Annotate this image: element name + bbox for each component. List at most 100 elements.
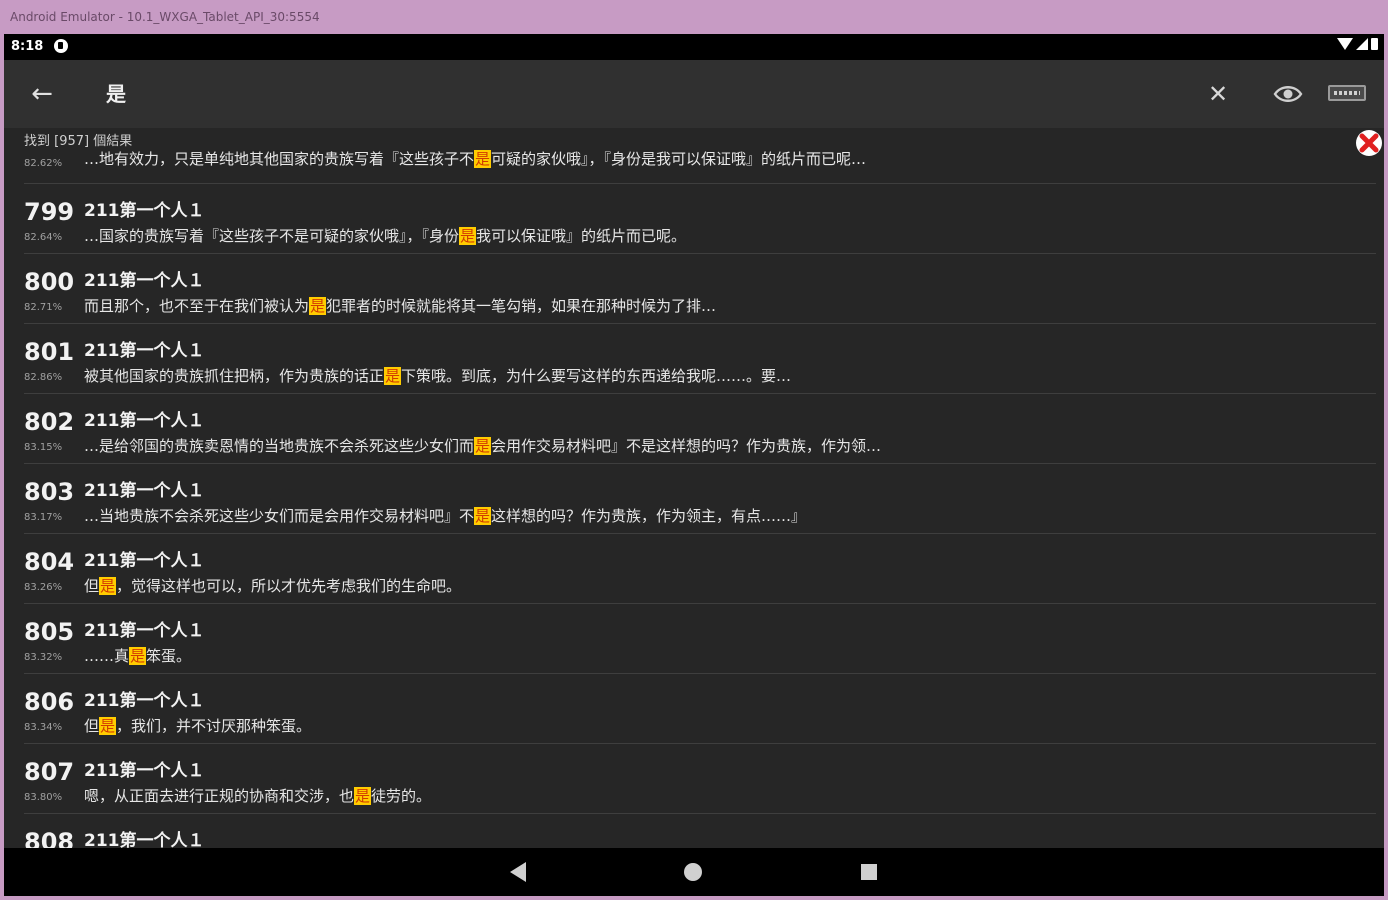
snippet-post: 下策哦。到底，为什么要写这样的东西递给我呢……。要…: [401, 367, 792, 385]
snippet-highlight: 是: [309, 297, 327, 315]
result-percent: 82.71%: [24, 302, 63, 313]
result-number: 806: [24, 688, 75, 716]
snippet-post: 徒劳的。: [371, 787, 432, 805]
snippet-pre: 而且那个，也不至于在我们被认为: [84, 297, 310, 315]
result-number: 800: [24, 268, 75, 296]
status-icons: [1337, 38, 1378, 50]
close-panel-icon[interactable]: [1354, 128, 1384, 158]
result-percent: 83.32%: [24, 652, 63, 663]
wifi-icon: [1337, 38, 1353, 50]
status-time: 8:18: [11, 39, 44, 54]
snippet-post: 可疑的家伙哦』，『身份是我可以保证哦』的纸片而已呢…: [491, 150, 867, 168]
result-row[interactable]: 800 82.71% 211第一个人１ 而且那个，也不至于在我们被认为是犯罪者的…: [4, 254, 1384, 324]
result-row[interactable]: 802 83.15% 211第一个人１ …是给邻国的贵族卖恩情的当地贵族不会杀死…: [4, 394, 1384, 464]
result-row[interactable]: 799 82.64% 211第一个人１ …国家的贵族写着『这些孩子不是可疑的家伙…: [4, 184, 1384, 254]
result-percent: 82.86%: [24, 372, 63, 383]
result-percent: 83.17%: [24, 512, 63, 523]
result-row[interactable]: 808 211第一个人１: [4, 814, 1384, 848]
result-number: 804: [24, 548, 75, 576]
result-percent: 83.34%: [24, 722, 63, 733]
snippet-highlight: 是: [99, 577, 117, 595]
snippet-pre: …是给邻国的贵族卖恩情的当地贵族不会杀死这些少女们而: [84, 437, 475, 455]
keyboard-icon[interactable]: [1328, 85, 1366, 101]
eye-icon[interactable]: [1272, 80, 1304, 108]
arrow-left-icon[interactable]: ←: [28, 80, 56, 108]
result-chapter: 211第一个人１: [84, 481, 205, 501]
snippet-pre: 嗯，从正面去进行正规的协商和交涉，也: [84, 787, 355, 805]
square-recents-icon[interactable]: [861, 864, 877, 880]
snippet-pre: …国家的贵族写着『这些孩子不是可疑的家伙哦』，『身份: [84, 227, 460, 245]
result-snippet: …国家的贵族写着『这些孩子不是可疑的家伙哦』，『身份是我可以保证哦』的纸片而已呢…: [84, 225, 686, 246]
snippet-post: 我可以保证哦』的纸片而已呢。: [476, 227, 687, 245]
circle-home-icon[interactable]: [684, 863, 702, 881]
result-chapter: 211第一个人１: [84, 341, 205, 361]
result-row[interactable]: 807 83.80% 211第一个人１ 嗯，从正面去进行正规的协商和交涉，也是徒…: [4, 744, 1384, 814]
app-toolbar: ← 是 ✕: [4, 60, 1384, 128]
snippet-pre: …当地贵族不会杀死这些少女们而是会用作交易材料吧』不: [84, 507, 475, 525]
result-chapter: 211第一个人１: [84, 411, 205, 431]
snippet-highlight: 是: [474, 437, 492, 455]
snippet-post: 笨蛋。: [146, 647, 192, 665]
snippet-highlight: 是: [384, 367, 402, 385]
snippet-pre: ……真: [84, 647, 130, 665]
result-snippet: …是给邻国的贵族卖恩情的当地贵族不会杀死这些少女们而是会用作交易材料吧』不是这样…: [84, 435, 881, 456]
result-row[interactable]: 805 83.32% 211第一个人１ ……真是笨蛋。: [4, 604, 1384, 674]
close-icon[interactable]: ✕: [1204, 80, 1232, 108]
result-percent: 83.15%: [24, 442, 63, 453]
snippet-post: ，觉得这样也可以，所以才优先考虑我们的生命吧。: [116, 577, 462, 595]
result-count: 找到 [957] 個結果: [24, 134, 133, 149]
triangle-back-icon[interactable]: [510, 862, 526, 882]
snippet-highlight: 是: [459, 227, 477, 245]
emulator-window-title: Android Emulator - 10.1_WXGA_Tablet_API_…: [0, 0, 1388, 34]
result-chapter: 211第一个人１: [84, 691, 205, 711]
search-query[interactable]: 是: [106, 80, 126, 108]
result-percent: 83.26%: [24, 582, 63, 593]
system-navigation-bar: [4, 848, 1384, 896]
snippet-highlight: 是: [474, 150, 492, 168]
result-row[interactable]: 801 82.86% 211第一个人１ 被其他国家的贵族抓住把柄，作为贵族的话正…: [4, 324, 1384, 394]
result-row[interactable]: 803 83.17% 211第一个人１ …当地贵族不会杀死这些少女们而是会用作交…: [4, 464, 1384, 534]
result-chapter: 211第一个人１: [84, 201, 205, 221]
result-percent: 82.62%: [24, 158, 63, 169]
result-chapter: 211第一个人１: [84, 831, 205, 848]
result-number: 807: [24, 758, 75, 786]
snippet-highlight: 是: [474, 507, 492, 525]
snippet-pre: 但: [84, 577, 100, 595]
result-number: 808: [24, 828, 75, 848]
snippet-pre: …地有效力，只是单纯地其他国家的贵族写着『这些孩子不: [84, 150, 475, 168]
result-percent: 82.64%: [24, 232, 63, 243]
snippet-highlight: 是: [354, 787, 372, 805]
snippet-post: ，我们，并不讨厌那种笨蛋。: [116, 717, 312, 735]
result-percent: 83.80%: [24, 792, 63, 803]
result-snippet: 被其他国家的贵族抓住把柄，作为贵族的话正是下策哦。到底，为什么要写这样的东西递给…: [84, 365, 791, 386]
result-number: 801: [24, 338, 75, 366]
result-snippet: 但是，觉得这样也可以，所以才优先考虑我们的生命吧。: [84, 575, 461, 596]
result-chapter: 211第一个人１: [84, 551, 205, 571]
snippet-highlight: 是: [99, 717, 117, 735]
status-bar: 8:18: [4, 34, 1384, 60]
result-chapter: 211第一个人１: [84, 271, 205, 291]
result-number: 805: [24, 618, 75, 646]
result-chapter: 211第一个人１: [84, 621, 205, 641]
notification-icon: [54, 39, 68, 53]
signal-icon: [1356, 38, 1368, 50]
result-snippet: ……真是笨蛋。: [84, 645, 191, 666]
result-number: 802: [24, 408, 75, 436]
result-row[interactable]: 806 83.34% 211第一个人１ 但是，我们，并不讨厌那种笨蛋。: [4, 674, 1384, 744]
snippet-highlight: 是: [129, 647, 147, 665]
snippet-post: 犯罪者的时候就能将其一笔勾销，如果在那种时候为了排…: [326, 297, 717, 315]
snippet-post: 会用作交易材料吧』不是这样想的吗？作为贵族，作为领…: [491, 437, 882, 455]
search-results: 找到 [957] 個結果 82.62% …地有效力，只是单纯地其他国家的贵族写着…: [4, 128, 1384, 848]
result-snippet: 嗯，从正面去进行正规的协商和交涉，也是徒劳的。: [84, 785, 431, 806]
battery-icon: [1371, 38, 1378, 50]
snippet-pre: 被其他国家的贵族抓住把柄，作为贵族的话正: [84, 367, 385, 385]
result-snippet[interactable]: …地有效力，只是单纯地其他国家的贵族写着『这些孩子不是可疑的家伙哦』，『身份是我…: [84, 148, 866, 169]
result-snippet: 但是，我们，并不讨厌那种笨蛋。: [84, 715, 311, 736]
result-snippet: …当地贵族不会杀死这些少女们而是会用作交易材料吧』不是这样想的吗？作为贵族，作为…: [84, 505, 806, 526]
snippet-post: 这样想的吗？作为贵族，作为领主，有点……』: [491, 507, 807, 525]
result-chapter: 211第一个人１: [84, 761, 205, 781]
result-snippet: 而且那个，也不至于在我们被认为是犯罪者的时候就能将其一笔勾销，如果在那种时候为了…: [84, 295, 716, 316]
result-row[interactable]: 804 83.26% 211第一个人１ 但是，觉得这样也可以，所以才优先考虑我们…: [4, 534, 1384, 604]
device-screen: 8:18 ← 是 ✕ 找到 [957] 個結果 82.62% …地有效力，只是单…: [4, 34, 1384, 896]
result-number: 803: [24, 478, 75, 506]
